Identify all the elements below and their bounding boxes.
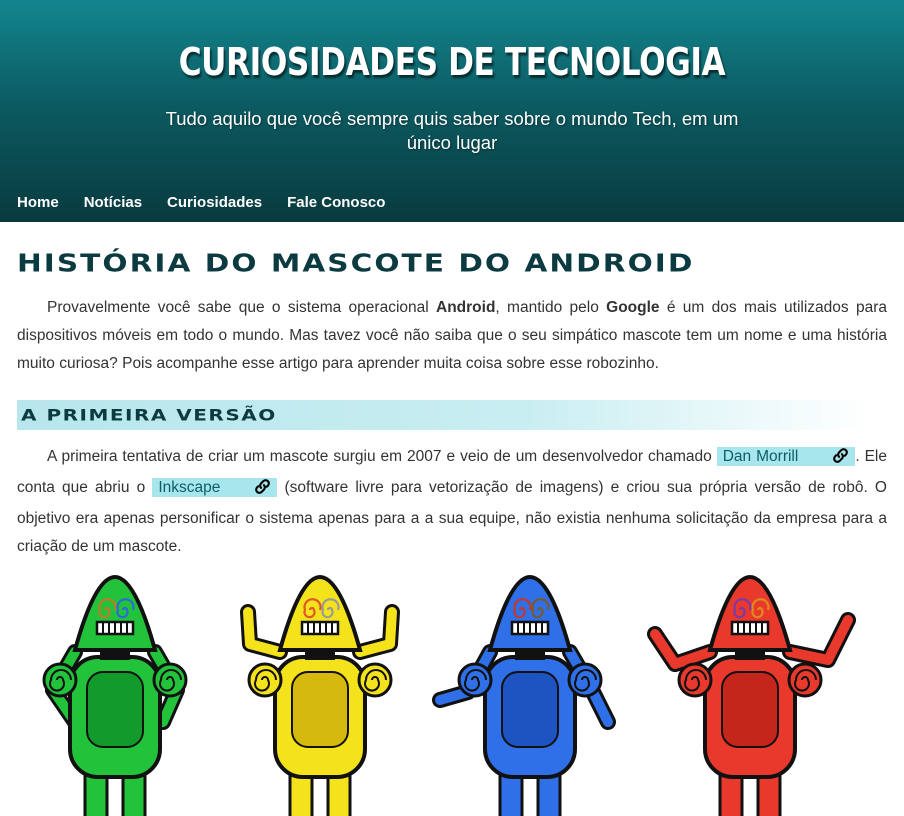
section-heading-text: A Primeira Versão bbox=[21, 405, 277, 425]
chain-link-icon bbox=[802, 446, 849, 474]
dan-morrill-link[interactable]: Dan Morrill bbox=[716, 447, 856, 466]
nav-home[interactable]: Home bbox=[17, 194, 59, 211]
section-heading: A Primeira Versão bbox=[17, 400, 871, 430]
article: História do Mascote do Android Provavelm… bbox=[0, 248, 904, 561]
intro-text-2: , mantido pelo bbox=[495, 299, 607, 316]
intro-text-1: Provavelmente você sabe que o sistema op… bbox=[47, 299, 437, 316]
mascot-illustration bbox=[20, 572, 890, 816]
blue-robot bbox=[432, 574, 616, 816]
android-keyword: Android bbox=[436, 299, 496, 316]
site-header: CURIOSIDADES DE TECNOLOGIA Tudo aquilo q… bbox=[0, 0, 904, 222]
site-title: CURIOSIDADES DE TECNOLOGIA bbox=[178, 40, 726, 84]
inkscape-link-label: Inkscape bbox=[158, 479, 221, 496]
main-nav: Home Notícias Curiosidades Fale Conosco bbox=[17, 194, 385, 211]
dan-morrill-link-label: Dan Morrill bbox=[722, 448, 799, 465]
nav-fale-conosco[interactable]: Fale Conosco bbox=[287, 194, 385, 211]
inkscape-link[interactable]: Inkscape bbox=[152, 478, 278, 497]
section-text-1: A primeira tentativa de criar um mascote… bbox=[47, 448, 717, 465]
nav-noticias[interactable]: Notícias bbox=[84, 194, 142, 211]
mascot-robots-image bbox=[42, 574, 856, 816]
green-robot bbox=[42, 574, 188, 816]
yellow-robot bbox=[240, 574, 400, 816]
red-robot bbox=[647, 574, 856, 816]
section-paragraph: A primeira tentativa de criar um mascote… bbox=[17, 443, 887, 561]
chain-link-icon bbox=[224, 477, 271, 505]
page-title: História do Mascote do Android bbox=[17, 248, 695, 278]
google-keyword: Google bbox=[606, 299, 660, 316]
nav-curiosidades[interactable]: Curiosidades bbox=[167, 194, 262, 211]
site-subtitle: Tudo aquilo que você sempre quis saber s… bbox=[165, 108, 739, 153]
intro-paragraph: Provavelmente você sabe que o sistema op… bbox=[17, 294, 887, 378]
